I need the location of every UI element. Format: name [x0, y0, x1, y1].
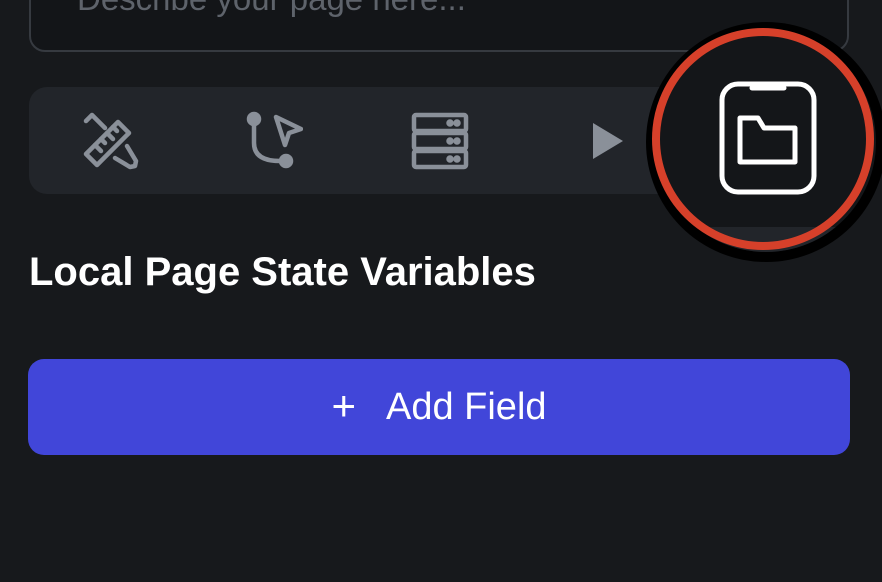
page-selector-button[interactable]	[718, 80, 818, 201]
page-description-input[interactable]	[77, 0, 777, 18]
flow-cursor-icon	[239, 109, 303, 173]
database-server-icon	[408, 109, 472, 173]
add-field-button[interactable]: + Add Field	[28, 359, 850, 455]
design-tool-button[interactable]	[78, 109, 142, 173]
run-preview-button[interactable]	[575, 109, 639, 173]
section-title: Local Page State Variables	[29, 250, 536, 294]
zoom-callout	[646, 22, 882, 262]
data-schema-button[interactable]	[408, 109, 472, 173]
ruler-pencil-icon	[78, 109, 142, 173]
plus-icon: +	[331, 382, 356, 429]
play-icon	[575, 109, 639, 173]
app-panel: Local Page State Variables + Add Field	[0, 0, 882, 582]
add-field-label: Add Field	[385, 385, 547, 428]
page-folder-icon	[718, 80, 818, 201]
action-flow-button[interactable]	[239, 109, 303, 173]
